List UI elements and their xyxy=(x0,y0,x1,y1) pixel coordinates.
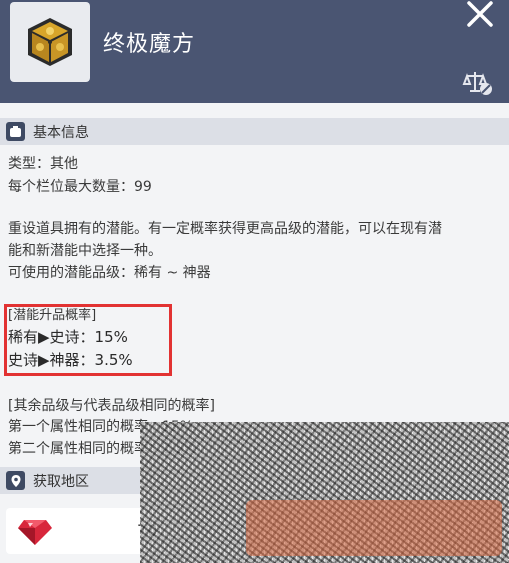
no-trade-scale-icon xyxy=(462,68,496,98)
description-line-1: 重设道具拥有的潜能。有一定概率获得更高品级的潜能，可以在现有潜 xyxy=(8,221,442,237)
info-icon xyxy=(6,122,25,141)
obscured-action-button[interactable] xyxy=(246,500,502,556)
highlight-box xyxy=(4,304,172,376)
source-section-bar: 获取地区 xyxy=(0,467,140,494)
source-label: 获取地区 xyxy=(33,474,89,490)
red-gem-icon xyxy=(18,520,52,545)
usable-grade: 可使用的潜能品级：稀有 ~ 神器 xyxy=(8,265,211,281)
close-icon xyxy=(467,1,493,27)
map-pin-icon xyxy=(6,471,25,490)
close-button[interactable] xyxy=(462,0,498,28)
golden-cube-icon xyxy=(28,18,72,66)
item-title: 终极魔方 xyxy=(103,32,196,57)
max-stack: 每个栏位最大数量：99 xyxy=(8,179,152,195)
basic-info-label: 基本信息 xyxy=(33,125,89,141)
item-header: 终极魔方 xyxy=(0,0,509,103)
basic-info-section-bar: 基本信息 xyxy=(0,118,509,145)
item-type: 类型：其他 xyxy=(8,156,78,172)
same-grade-header: [其余品级与代表品级相同的概率] xyxy=(8,398,215,414)
item-icon-frame xyxy=(10,2,90,82)
description-line-2: 能和新潜能中选择一种。 xyxy=(8,243,162,259)
